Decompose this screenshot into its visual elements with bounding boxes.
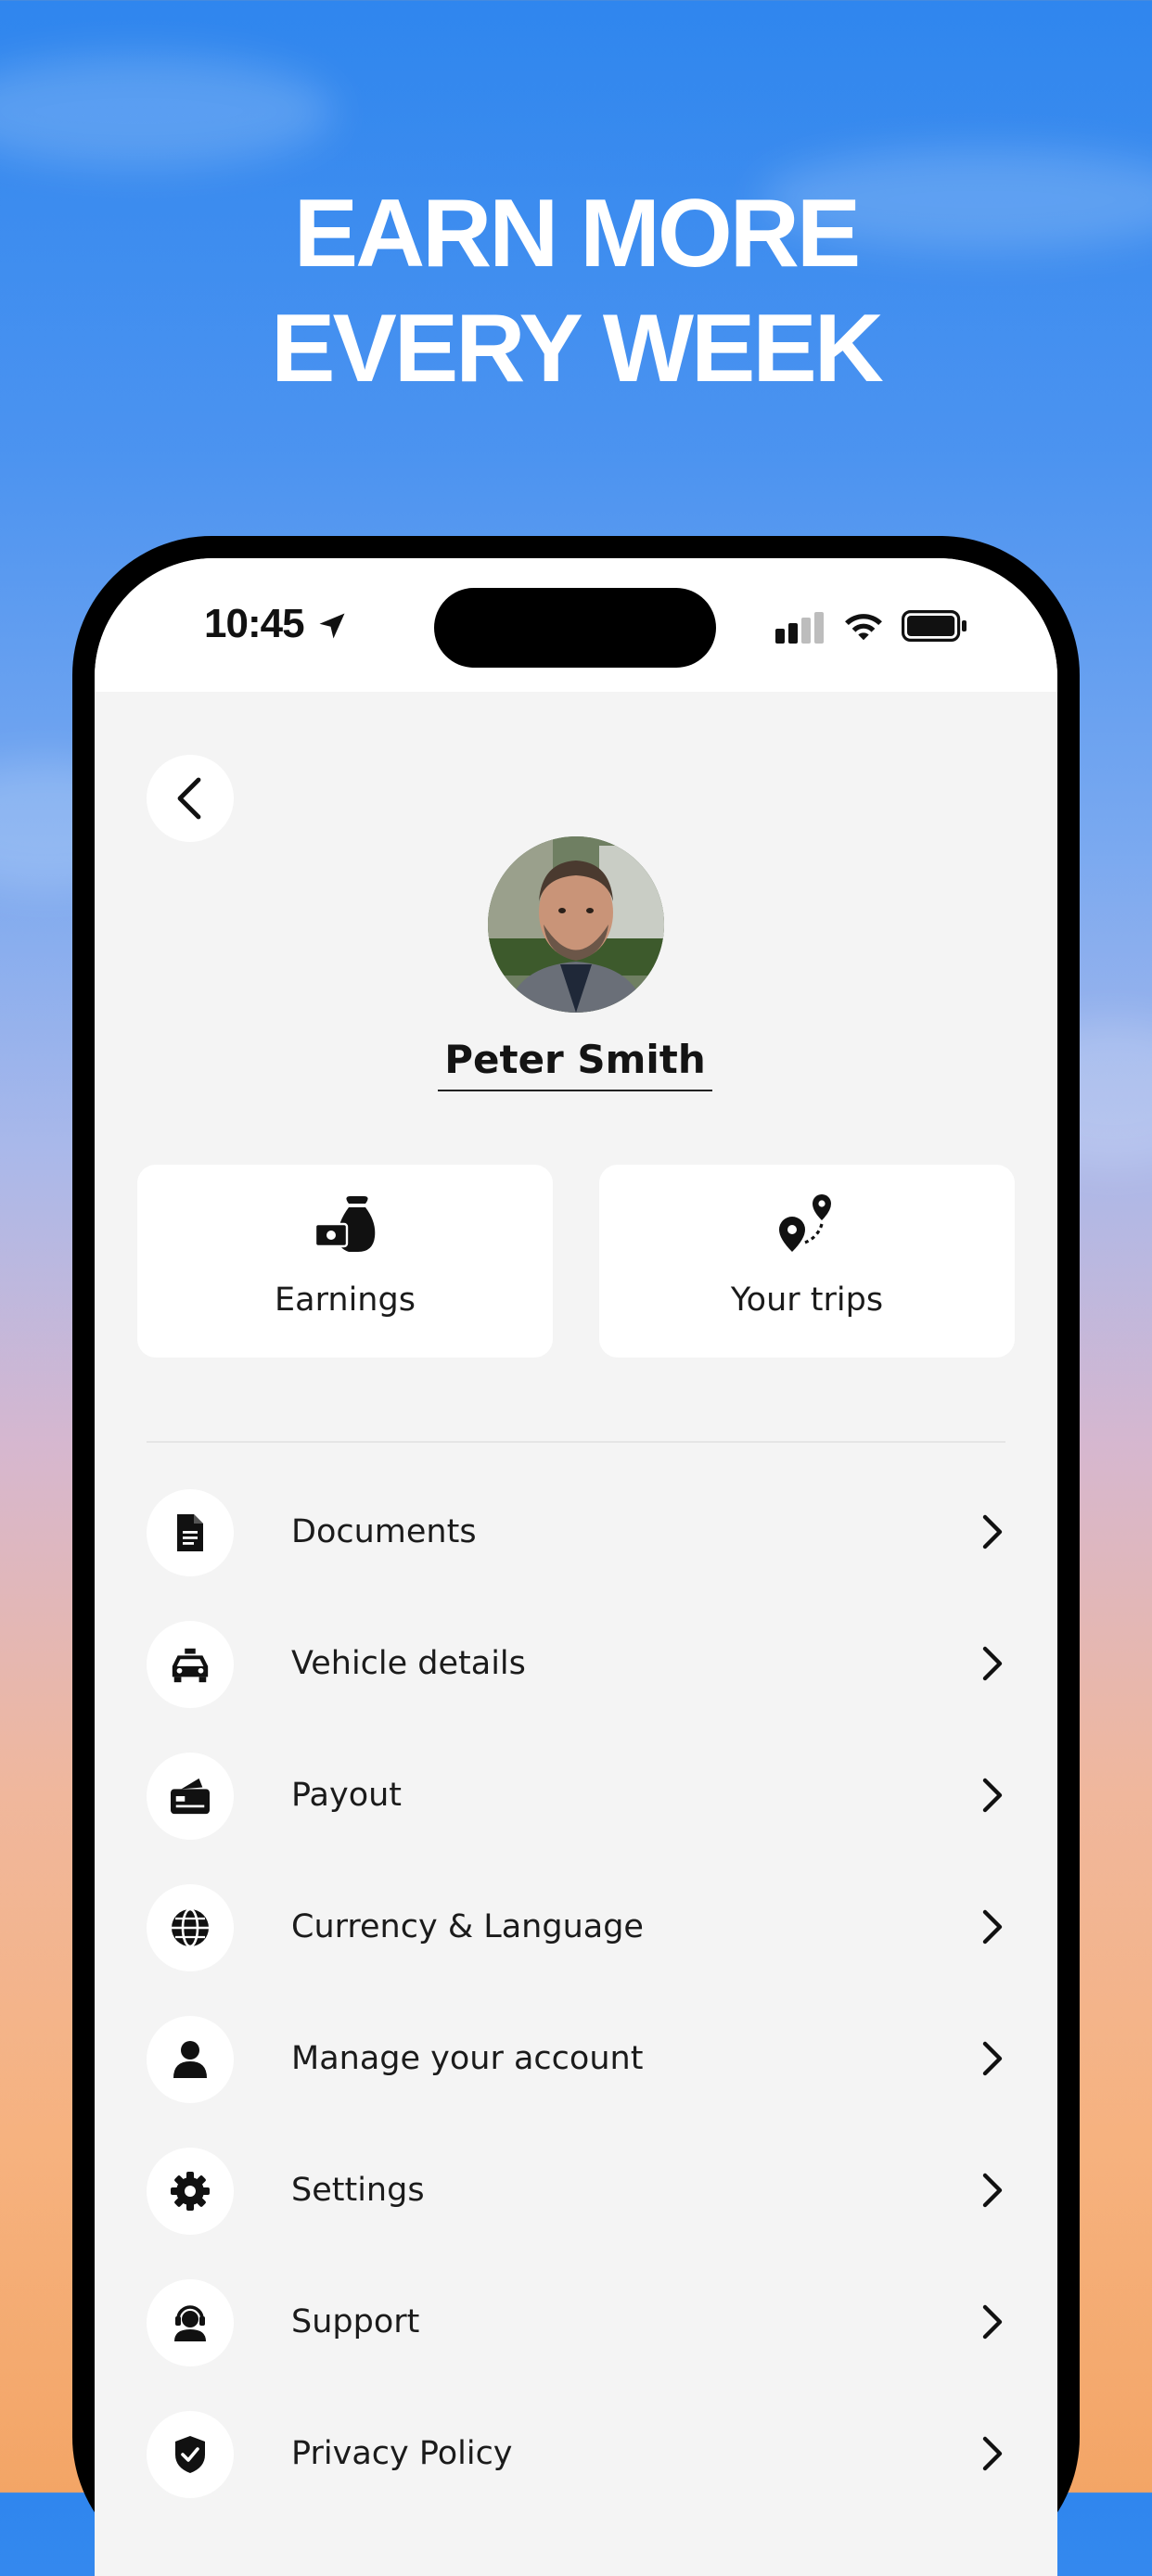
avatar[interactable] bbox=[488, 836, 664, 1013]
menu-label: Settings bbox=[291, 2172, 425, 2209]
chevron-right-icon bbox=[982, 1909, 1003, 1945]
account-icon-circle bbox=[147, 2016, 234, 2103]
earnings-card[interactable]: Earnings bbox=[137, 1165, 553, 1358]
document-icon bbox=[177, 1514, 203, 1551]
promo-headline: EARN MORE EVERY WEEK bbox=[0, 176, 1152, 406]
chevron-right-icon bbox=[982, 2304, 1003, 2340]
your-trips-card[interactable]: Your trips bbox=[599, 1165, 1015, 1358]
chevron-right-icon bbox=[982, 2436, 1003, 2471]
location-arrow-icon bbox=[319, 613, 345, 639]
earnings-label: Earnings bbox=[275, 1282, 416, 1319]
gear-icon bbox=[171, 2172, 210, 2211]
chevron-right-icon bbox=[982, 1646, 1003, 1681]
headline-line-2: EVERY WEEK bbox=[271, 295, 884, 402]
chevron-right-icon bbox=[982, 2041, 1003, 2076]
menu-item-support[interactable]: Support bbox=[147, 2276, 1005, 2368]
profile-photo bbox=[488, 836, 664, 1013]
menu-item-currency-language[interactable]: Currency & Language bbox=[147, 1881, 1005, 1973]
headset-icon bbox=[174, 2305, 206, 2341]
back-button[interactable] bbox=[147, 755, 234, 842]
shield-check-icon bbox=[175, 2436, 205, 2473]
currency-icon-circle bbox=[147, 1884, 234, 1971]
dynamic-island bbox=[434, 588, 716, 668]
menu-item-manage-account[interactable]: Manage your account bbox=[147, 2012, 1005, 2105]
vehicle-icon-circle bbox=[147, 1621, 234, 1708]
payout-icon-circle bbox=[147, 1753, 234, 1840]
chevron-right-icon bbox=[982, 1778, 1003, 1813]
status-bar: 10:45 bbox=[95, 558, 1057, 692]
menu-label: Vehicle details bbox=[291, 1645, 526, 1682]
chevron-right-icon bbox=[982, 1514, 1003, 1549]
settings-icon-circle bbox=[147, 2148, 234, 2235]
wallet-card-icon bbox=[171, 1778, 210, 1815]
headline-line-1: EARN MORE bbox=[293, 180, 862, 287]
phone-frame: 10:45 Peter Smith Earnings Your trips Do… bbox=[72, 536, 1080, 2576]
menu-item-privacy-policy[interactable]: Privacy Policy bbox=[147, 2407, 1005, 2500]
your-trips-label: Your trips bbox=[730, 1282, 884, 1319]
wifi-icon bbox=[845, 614, 882, 641]
menu-item-settings[interactable]: Settings bbox=[147, 2144, 1005, 2237]
taxi-icon bbox=[172, 1648, 209, 1683]
status-time: 10:45 bbox=[204, 601, 305, 646]
menu-label: Privacy Policy bbox=[291, 2435, 513, 2472]
person-icon bbox=[173, 2041, 207, 2078]
globe-icon bbox=[172, 1907, 209, 1948]
menu-item-documents[interactable]: Documents bbox=[147, 1486, 1005, 1578]
money-bag-icon bbox=[314, 1196, 376, 1252]
chevron-left-icon bbox=[177, 777, 201, 820]
phone-screen: 10:45 Peter Smith Earnings Your trips Do… bbox=[95, 558, 1057, 2576]
menu-item-vehicle-details[interactable]: Vehicle details bbox=[147, 1617, 1005, 1710]
support-icon-circle bbox=[147, 2279, 234, 2366]
menu-item-payout[interactable]: Payout bbox=[147, 1749, 1005, 1842]
battery-icon bbox=[902, 610, 966, 642]
profile-name[interactable]: Peter Smith bbox=[438, 1037, 712, 1091]
section-divider bbox=[147, 1441, 1005, 1443]
menu-label: Payout bbox=[291, 1777, 403, 1814]
menu-label: Support bbox=[291, 2303, 420, 2340]
documents-icon-circle bbox=[147, 1489, 234, 1576]
menu-label: Documents bbox=[291, 1513, 477, 1550]
menu-label: Currency & Language bbox=[291, 1908, 644, 1945]
route-pin-icon bbox=[779, 1194, 831, 1252]
menu-label: Manage your account bbox=[291, 2040, 644, 2077]
chevron-right-icon bbox=[982, 2173, 1003, 2208]
cellular-signal-icon bbox=[775, 612, 824, 644]
privacy-icon-circle bbox=[147, 2411, 234, 2498]
